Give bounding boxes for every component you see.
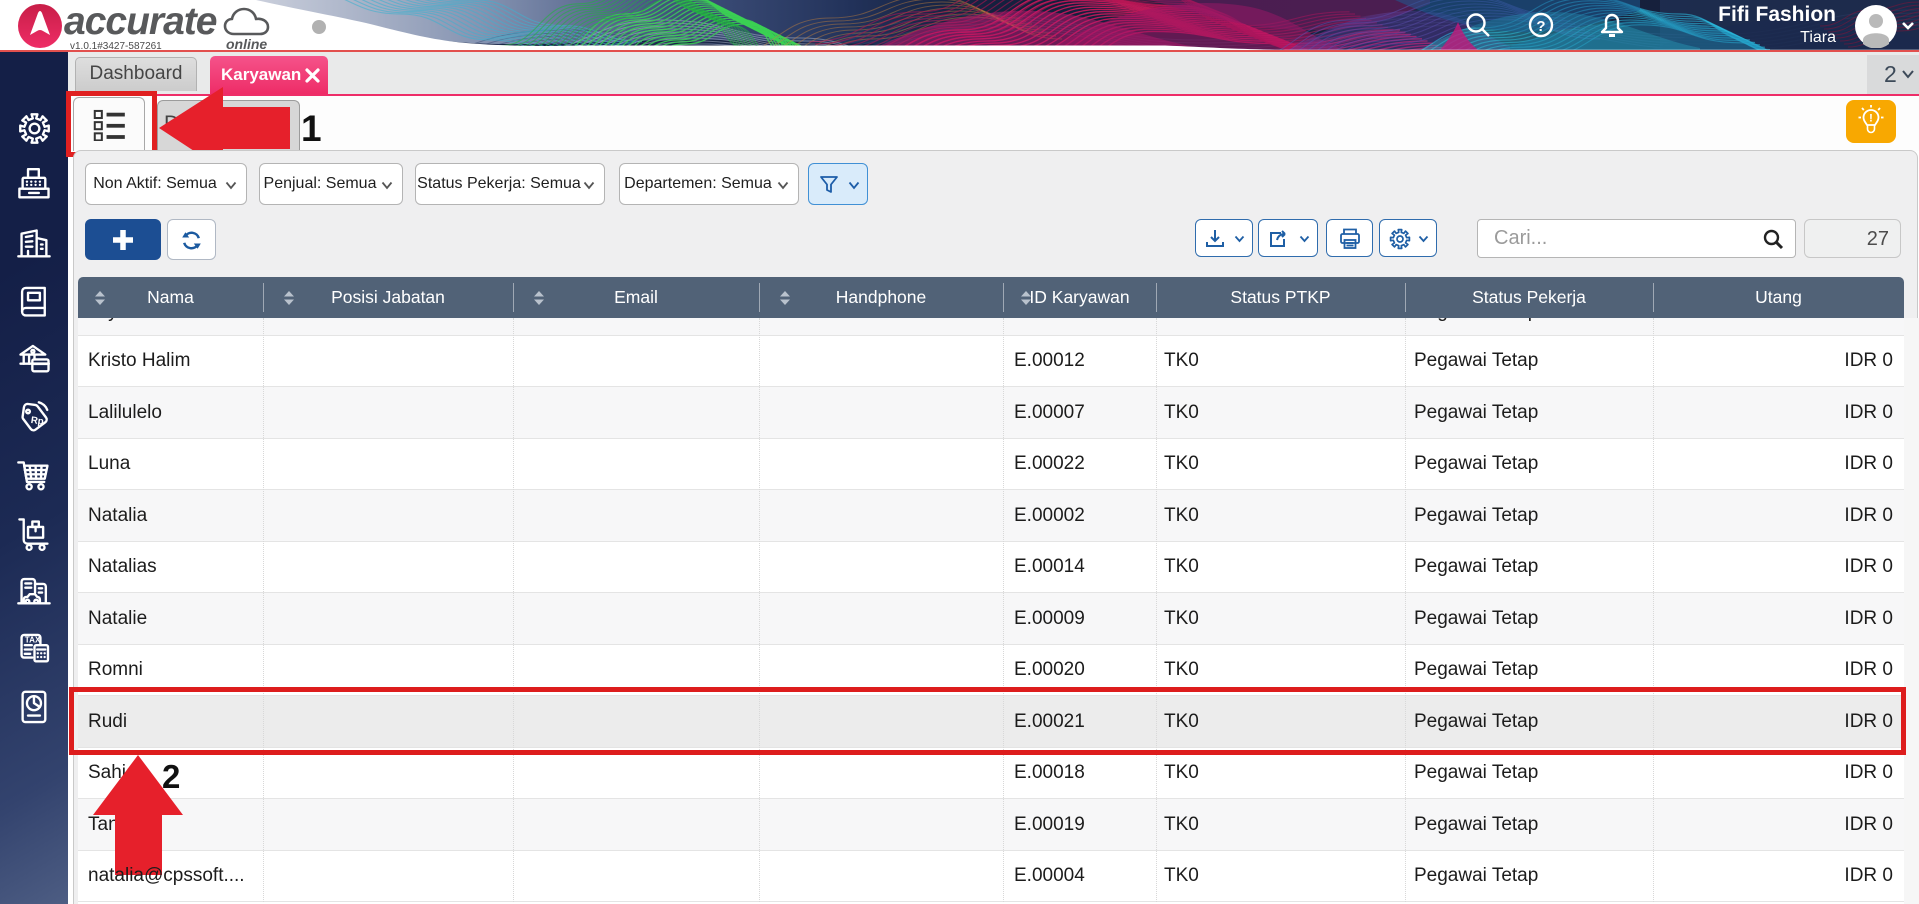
svg-text:Rp: Rp (30, 415, 44, 428)
svg-text:?: ? (1536, 18, 1545, 35)
svg-text:!: ! (1869, 113, 1873, 125)
svg-text:TAX: TAX (25, 635, 41, 644)
